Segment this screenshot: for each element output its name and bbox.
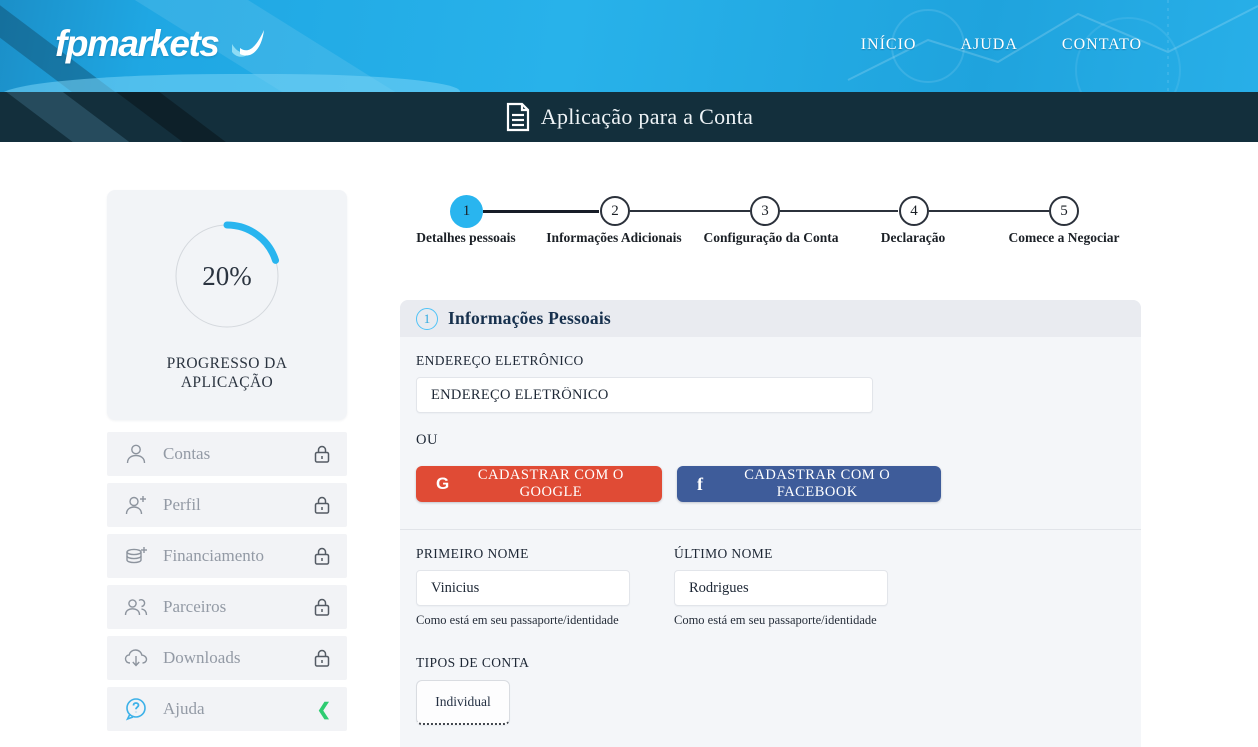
email-input[interactable] xyxy=(416,377,873,413)
nav-ajuda[interactable]: AJUDA xyxy=(960,36,1017,54)
page-banner: Aplicação para a Conta xyxy=(0,92,1258,142)
lock-icon xyxy=(313,444,331,464)
first-name-input[interactable] xyxy=(416,570,630,606)
help-bubble-icon xyxy=(123,696,149,722)
sidebar-item-label: Perfil xyxy=(163,495,313,515)
fpmarkets-logo[interactable]: fpmarkets xyxy=(55,22,268,66)
facebook-signup-button[interactable]: f CADASTRAR COM O FACEBOOK xyxy=(677,466,941,502)
document-icon xyxy=(505,102,531,132)
step-5-label: Comece a Negociar xyxy=(1009,230,1120,246)
step-number: 1 xyxy=(463,203,471,220)
account-type-individual[interactable]: Individual xyxy=(416,680,510,725)
step-2-label: Informações Adicionais xyxy=(546,230,681,246)
sidebar-item-contas[interactable]: Contas xyxy=(107,432,347,476)
last-name-label: ÚLTIMO NOME xyxy=(674,546,903,562)
progress-donut: 20% xyxy=(167,216,287,336)
users-icon xyxy=(123,594,149,620)
last-name-input[interactable] xyxy=(674,570,888,606)
top-header: fpmarkets INÍCIO AJUDA CONTATO xyxy=(0,0,1258,92)
logo-swoosh-icon xyxy=(224,22,268,66)
sidebar-item-parceiros[interactable]: Parceiros xyxy=(107,585,347,629)
nav-inicio[interactable]: INÍCIO xyxy=(861,36,917,54)
step-number: 3 xyxy=(761,203,769,220)
section-body: ENDEREÇO ELETRÔNICO OU G CADASTRAR COM O… xyxy=(400,337,1141,741)
account-application-page: fpmarkets INÍCIO AJUDA CONTATO Aplicação… xyxy=(0,0,1258,747)
facebook-button-label: CADASTRAR COM O FACEBOOK xyxy=(714,467,922,501)
step-4-label: Declaração xyxy=(881,230,945,246)
application-progress-card: 20% PROGRESSO DA APLICAÇÃO xyxy=(107,190,347,420)
top-navigation: INÍCIO AJUDA CONTATO xyxy=(861,36,1142,54)
last-name-helper: Como está em seu passaporte/identidade xyxy=(674,613,903,628)
sidebar-item-financiamento[interactable]: Financiamento xyxy=(107,534,347,578)
lock-icon xyxy=(313,648,331,668)
chevron-left-icon: ❮ xyxy=(317,701,331,718)
first-name-field: PRIMEIRO NOME Como está em seu passaport… xyxy=(416,546,645,628)
step-2-circle[interactable]: 2 xyxy=(600,196,630,226)
step-4-circle[interactable]: 4 xyxy=(899,196,929,226)
page-title: Aplicação para a Conta xyxy=(541,104,753,130)
sidebar-item-ajuda[interactable]: Ajuda ❮ xyxy=(107,687,347,731)
progress-caption: PROGRESSO DA APLICAÇÃO xyxy=(107,354,347,393)
sidebar-item-perfil[interactable]: Perfil xyxy=(107,483,347,527)
step-connector xyxy=(483,210,599,213)
step-5-circle[interactable]: 5 xyxy=(1049,196,1079,226)
personal-info-panel: 1 Informações Pessoais ENDEREÇO ELETRÔNI… xyxy=(400,300,1141,747)
sidebar-item-label: Downloads xyxy=(163,648,313,668)
step-3-label: Configuração da Conta xyxy=(703,230,838,246)
coins-plus-icon xyxy=(123,543,149,569)
section-title: Informações Pessoais xyxy=(448,308,611,329)
step-number: 4 xyxy=(910,203,918,220)
step-connector xyxy=(780,210,898,212)
step-connector xyxy=(630,210,750,212)
step-1-label: Detalhes pessoais xyxy=(416,230,515,246)
lock-icon xyxy=(313,495,331,515)
google-button-label: CADASTRAR COM O GOOGLE xyxy=(460,467,642,501)
step-3-circle[interactable]: 3 xyxy=(750,196,780,226)
progress-percent: 20% xyxy=(167,216,287,336)
first-name-helper: Como está em seu passaporte/identidade xyxy=(416,613,645,628)
logo-text: fpmarkets xyxy=(55,23,218,65)
section-number-badge: 1 xyxy=(416,308,438,330)
banner-light-streak xyxy=(0,92,465,142)
cloud-download-icon xyxy=(123,645,149,671)
google-signup-button[interactable]: G CADASTRAR COM O GOOGLE xyxy=(416,466,662,502)
user-plus-icon xyxy=(123,492,149,518)
sidebar-item-label: Financiamento xyxy=(163,546,313,566)
step-number: 2 xyxy=(611,203,619,220)
user-icon xyxy=(123,441,149,467)
email-label: ENDEREÇO ELETRÔNICO xyxy=(416,353,1125,369)
sidebar-item-label: Contas xyxy=(163,444,313,464)
account-types-label: TIPOS DE CONTA xyxy=(416,655,1125,671)
social-signup-row: G CADASTRAR COM O GOOGLE f CADASTRAR COM… xyxy=(416,466,1125,502)
last-name-field: ÚLTIMO NOME Como está em seu passaporte/… xyxy=(674,546,903,628)
sidebar-item-label: Parceiros xyxy=(163,597,313,617)
step-1-circle[interactable]: 1 xyxy=(450,195,483,228)
lock-icon xyxy=(313,546,331,566)
nav-contato[interactable]: CONTATO xyxy=(1062,36,1142,54)
account-type-label: Individual xyxy=(435,694,491,710)
sidebar-item-label: Ajuda xyxy=(163,699,317,719)
first-name-label: PRIMEIRO NOME xyxy=(416,546,645,562)
facebook-f-icon: f xyxy=(697,474,704,495)
step-number: 5 xyxy=(1060,203,1068,220)
google-g-icon: G xyxy=(436,474,450,494)
or-label: OU xyxy=(416,432,1125,449)
name-fields-row: PRIMEIRO NOME Como está em seu passaport… xyxy=(416,546,1125,628)
section-header: 1 Informações Pessoais xyxy=(400,300,1141,337)
lock-icon xyxy=(313,597,331,617)
sidebar-item-downloads[interactable]: Downloads xyxy=(107,636,347,680)
section-divider xyxy=(400,529,1141,530)
sidebar-menu: Contas Perfil Financiamento xyxy=(107,432,347,738)
step-connector xyxy=(929,210,1049,212)
